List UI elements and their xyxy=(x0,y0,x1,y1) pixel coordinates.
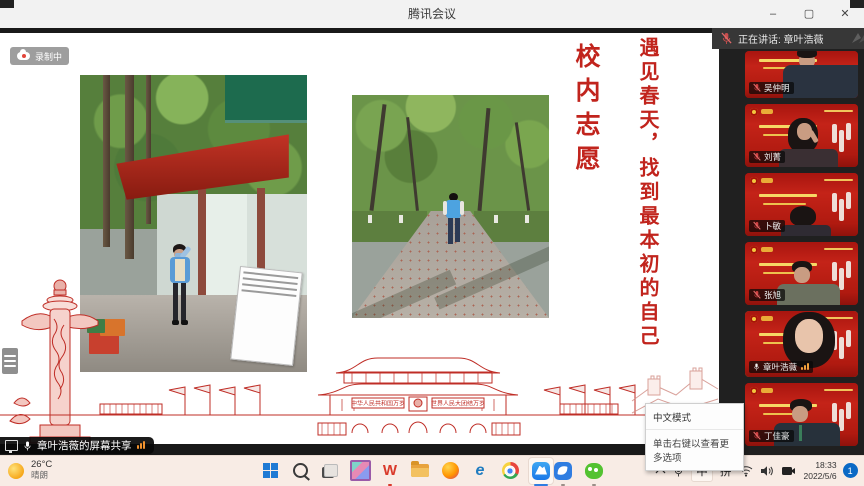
folder-icon xyxy=(411,464,429,477)
speaking-label: 正在讲话: 章叶浩薇 xyxy=(738,31,824,46)
medic-figures xyxy=(831,191,856,230)
taskbar-clock[interactable]: 18:33 2022/5/6 xyxy=(804,460,837,481)
mic-active-icon xyxy=(753,362,760,372)
slide-title-campus-volunteer: 校内志愿 xyxy=(568,43,604,179)
speaker-icon xyxy=(760,465,774,477)
share-label: 章叶浩薇的屏幕共享 xyxy=(37,438,132,453)
sun-icon xyxy=(8,463,24,479)
participant-sidebar: 吴仲明 xyxy=(719,28,864,455)
weather-widget[interactable]: 26°C 晴朗 xyxy=(8,455,52,486)
maximize-button[interactable]: ▢ xyxy=(792,0,826,28)
walking-volunteer xyxy=(443,193,465,251)
mic-muted-icon xyxy=(753,83,761,93)
participant-name-badge: 丁佳豪 xyxy=(749,430,794,442)
mic-muted-icon xyxy=(753,152,761,162)
taskbar-right-pinned-icons xyxy=(551,455,606,486)
tencent-meeting-window: 腾讯会议 – ▢ ✕ xyxy=(0,0,864,486)
chrome-icon xyxy=(502,462,519,479)
windows-start-button[interactable] xyxy=(258,458,282,484)
screen-share-indicator[interactable]: 章叶浩薇的屏幕共享 xyxy=(0,437,154,454)
weather-condition: 晴朗 xyxy=(31,471,52,481)
photos-app-button[interactable] xyxy=(348,458,372,484)
mic-active-icon xyxy=(23,440,32,452)
participant-name: 丁佳豪 xyxy=(764,430,790,442)
tray-time: 18:33 xyxy=(804,460,837,471)
mic-muted-icon xyxy=(753,431,761,441)
shared-screen-slide: 校内志愿 遇见春天，找到最本初的自己 xyxy=(0,33,719,444)
pen-app-button[interactable] xyxy=(551,458,575,484)
participant-name-badge: 卜敏 xyxy=(749,220,785,232)
wechat-button[interactable] xyxy=(582,458,606,484)
participant-name-badge: 吴仲明 xyxy=(749,82,794,94)
participant-name-badge: 张旭 xyxy=(749,289,785,301)
participant-tile[interactable]: 丁佳豪 xyxy=(745,383,858,446)
participant-tile[interactable]: 卜敏 xyxy=(745,173,858,236)
camera-icon xyxy=(781,465,796,476)
participant-name: 章叶浩薇 xyxy=(763,361,797,373)
window-title: 腾讯会议 xyxy=(0,0,864,28)
tencent-meeting-icon xyxy=(532,462,550,480)
taskbar-center-icons: W e xyxy=(258,455,554,486)
photo-campus-path xyxy=(352,95,549,318)
volume-button[interactable] xyxy=(760,465,774,477)
audio-level-bars xyxy=(137,440,146,452)
taskbar-search-button[interactable] xyxy=(288,458,312,484)
task-view-icon xyxy=(322,464,338,478)
participant-name: 张旭 xyxy=(764,289,781,301)
internet-explorer-button[interactable]: e xyxy=(468,458,492,484)
ime-tooltip-title: 中文模式 xyxy=(646,404,743,429)
minimize-button[interactable]: – xyxy=(756,0,790,28)
banner-text-right: 世界人民大团结万岁 xyxy=(431,400,485,408)
wechat-icon xyxy=(585,463,603,479)
ime-tooltip: 中文模式 单击右键以查看更多选项 xyxy=(645,403,744,471)
photo-street-volunteer xyxy=(80,75,307,372)
photos-icon xyxy=(350,460,371,481)
notification-badge[interactable]: 1 xyxy=(843,463,858,478)
meeting-logo-icon xyxy=(851,31,864,45)
participant-name: 吴仲明 xyxy=(764,82,790,94)
speaking-indicator-bar: 正在讲话: 章叶浩薇 xyxy=(712,28,864,49)
participant-name: 卜敏 xyxy=(764,220,781,232)
windows-logo-icon xyxy=(263,463,278,478)
recording-cloud-icon xyxy=(17,52,30,60)
firefox-icon xyxy=(442,462,459,479)
corner-artifact-left xyxy=(0,0,14,8)
meeting-stage: 校内志愿 遇见春天，找到最本初的自己 xyxy=(0,28,864,455)
file-explorer-button[interactable] xyxy=(408,458,432,484)
camera-tray-button[interactable] xyxy=(781,465,796,476)
participant-tile[interactable]: 张旭 xyxy=(745,242,858,305)
chrome-button[interactable] xyxy=(498,458,522,484)
participant-tile-active-speaker[interactable]: 章叶浩薇 xyxy=(745,311,858,377)
participant-tile[interactable]: 刘菁 xyxy=(745,104,858,167)
participant-name-badge: 章叶浩薇 xyxy=(749,361,813,373)
search-icon xyxy=(293,463,308,478)
banner-text-left: 中华人民共和国万岁 xyxy=(351,400,405,408)
recording-badge: 录制中 xyxy=(10,47,69,65)
firefox-button[interactable] xyxy=(438,458,462,484)
window-titlebar: 腾讯会议 xyxy=(0,0,864,29)
ime-tooltip-hint: 单击右键以查看更多选项 xyxy=(646,429,743,470)
storefront-sign xyxy=(225,75,307,123)
participant-name-badge: 刘菁 xyxy=(749,151,785,163)
volunteer-person xyxy=(164,244,198,330)
monitor-icon xyxy=(5,440,18,451)
wps-office-button[interactable]: W xyxy=(378,458,402,484)
mic-muted-icon xyxy=(721,32,732,45)
participant-name: 刘菁 xyxy=(764,151,781,163)
pen-app-icon xyxy=(554,462,572,480)
wps-icon: W xyxy=(383,462,397,479)
tray-date: 2022/5/6 xyxy=(804,471,837,482)
ie-icon: e xyxy=(476,462,485,480)
participant-tile[interactable]: 吴仲明 xyxy=(745,51,858,98)
sidebar-toggle-handle[interactable] xyxy=(2,348,18,374)
corner-artifact-right xyxy=(850,0,864,8)
mic-muted-icon xyxy=(753,221,761,231)
recording-label: 录制中 xyxy=(35,50,62,63)
whiteboard-sign xyxy=(230,266,303,366)
task-view-button[interactable] xyxy=(318,458,342,484)
audio-level-bars xyxy=(800,362,809,372)
mic-muted-icon xyxy=(753,290,761,300)
slide-title-meet-spring: 遇见春天，找到最本初的自己 xyxy=(634,37,663,397)
